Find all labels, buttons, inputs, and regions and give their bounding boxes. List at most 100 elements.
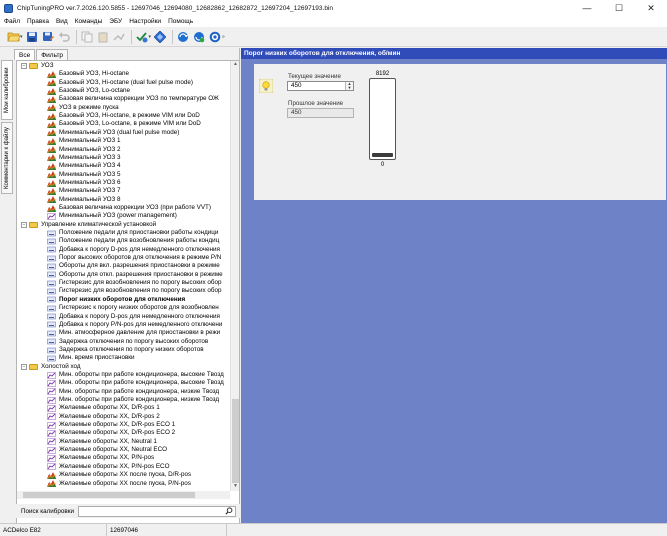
tree-item[interactable]: Базовый УОЗ, Lo-octane, в режиме VIM или… <box>47 120 201 129</box>
compare-icon[interactable] <box>112 30 126 44</box>
help-icon[interactable] <box>208 30 222 44</box>
open-folder-icon[interactable] <box>6 30 20 44</box>
tree-item[interactable]: Минимальный УОЗ 3 <box>47 154 121 162</box>
menu-commands[interactable]: Команды <box>75 18 103 25</box>
tree-item[interactable]: Мин. обороты при работе кондиционера, ни… <box>47 388 219 396</box>
tree-item[interactable]: Базовая величина коррекции УОЗ по темпер… <box>47 95 219 104</box>
current-value-label: Текущее значение <box>288 73 341 80</box>
tree-item[interactable]: Мин. время приостановки <box>47 354 135 362</box>
tree-item[interactable]: Минимальный УОЗ (power management) <box>47 212 177 220</box>
paste-icon[interactable] <box>96 30 110 44</box>
tree-item[interactable]: Минимальный УОЗ 8 <box>47 196 121 204</box>
tree-item[interactable]: Желаемые обороты XX после пуска, D/R-pos <box>47 471 191 479</box>
collapse-icon[interactable]: − <box>21 221 27 228</box>
current-value-field[interactable]: 450 ▲ ▼ <box>287 81 354 91</box>
scroll-up-icon[interactable]: ▲ <box>231 61 239 69</box>
tree-item[interactable]: Желаемые обороты XX, D/R-pos ECO 2 <box>47 429 175 437</box>
map-table-icon <box>47 204 56 212</box>
tree-hscroll-thumb[interactable] <box>23 492 195 498</box>
tree-item[interactable]: Желаемые обороты XX, P/N-pos ECO <box>47 463 170 471</box>
tree-item-label: Добавка к порогу D-pos для немедленного … <box>59 312 220 320</box>
tree-item[interactable]: Обороты для вкл. разрешения приостановки… <box>47 262 220 270</box>
menu-view[interactable]: Вид <box>56 18 68 25</box>
search-icon[interactable] <box>224 507 234 516</box>
tab-file-comments[interactable]: Комментарии к файлу <box>1 122 13 194</box>
tree-item[interactable]: Желаемые обороты XX, Neutral 1 <box>47 438 157 446</box>
tree-vertical-scrollbar[interactable]: ▲ ▼ <box>230 61 239 491</box>
tree-item[interactable]: Добавка к порогу D-pos для немедленного … <box>47 313 220 321</box>
scroll-down-icon[interactable]: ▼ <box>231 483 239 491</box>
tree-item[interactable]: Базовый УОЗ, Hi-octane (dual fuel pulse … <box>47 79 193 87</box>
tree-group[interactable]: − Управление климатической установкой <box>21 221 156 229</box>
scalar-table-icon <box>47 347 56 354</box>
tree-item[interactable]: Задержка отключения по порогу высоких об… <box>47 338 208 346</box>
tree-item[interactable]: Минимальный УОЗ 2 <box>47 146 121 154</box>
tree-item[interactable]: Базовый УОЗ, Lo-octane <box>47 87 130 95</box>
menu-ecu[interactable]: ЭБУ <box>109 18 122 25</box>
tab-all[interactable]: Все <box>14 49 36 60</box>
toolbar-separator <box>130 29 132 44</box>
tree-item[interactable]: Минимальный УОЗ 5 <box>47 171 121 179</box>
save-icon[interactable] <box>25 30 39 44</box>
lightbulb-icon[interactable] <box>258 78 274 94</box>
value-spinner[interactable]: ▲ ▼ <box>345 82 353 90</box>
collapse-icon[interactable]: − <box>21 363 27 370</box>
tree-item[interactable]: Задержка отключения по порогу низких обо… <box>47 346 204 354</box>
collapse-icon[interactable]: − <box>21 63 27 70</box>
tree-item[interactable]: Минимальный УОЗ 6 <box>47 179 121 187</box>
search-input[interactable] <box>78 505 237 517</box>
write-ecu-icon[interactable] <box>192 30 206 44</box>
toolbar-overflow-icon[interactable]: » <box>222 34 225 40</box>
folder-icon <box>29 363 38 370</box>
tree-item[interactable]: Базовый УОЗ, Hi-octane <box>47 70 129 78</box>
minimize-button[interactable]: — <box>571 0 603 16</box>
tree-item-label: УОЗ в режиме пуска <box>59 103 119 111</box>
tree-item[interactable]: Гистерезис к порогу низких оборотов для … <box>47 304 219 312</box>
tree-item[interactable]: Мин. атмосферное давление для приостанов… <box>47 329 220 337</box>
curve-table-icon <box>47 388 56 396</box>
tree-item[interactable]: Мин. обороты при работе кондиционера, вы… <box>47 379 224 387</box>
menu-help[interactable]: Помощь <box>168 18 193 25</box>
tree-item[interactable]: Базовая величина коррекции УОЗ (при рабо… <box>47 204 211 212</box>
save-as-icon[interactable] <box>41 30 55 44</box>
tree-item[interactable]: Добавка к порогу D-pos для немедленного … <box>47 246 220 254</box>
tab-filter[interactable]: Фильтр <box>36 49 69 60</box>
maximize-button[interactable]: ☐ <box>603 0 635 16</box>
tree-item[interactable]: Желаемые обороты XX, D/R-pos 1 <box>47 404 160 412</box>
tree-item[interactable]: Желаемые обороты XX, D/R-pos 2 <box>47 413 160 421</box>
tree-item[interactable]: Минимальный УОЗ (dual fuel pulse mode) <box>47 129 179 137</box>
tree-horizontal-scrollbar[interactable] <box>17 491 230 499</box>
tree-item[interactable]: Минимальный УОЗ 4 <box>47 162 121 170</box>
tree-item[interactable]: Гистерезис для возобновления по порогу в… <box>47 287 222 295</box>
tree-scroll-thumb[interactable] <box>232 399 239 483</box>
flash-icon[interactable] <box>153 30 167 44</box>
spin-down-icon[interactable]: ▼ <box>346 86 353 90</box>
tree-item[interactable]: Мин. обороты при работе кондиционера, вы… <box>47 371 224 379</box>
tree-item[interactable]: Минимальный УОЗ 7 <box>47 187 121 195</box>
undo-icon[interactable] <box>57 30 71 44</box>
tree-item[interactable]: Желаемые обороты XX после пуска, P/N-pos <box>47 480 191 488</box>
menu-file[interactable]: Файл <box>4 18 20 25</box>
checksum-dropdown-icon[interactable]: ▾ <box>149 34 152 40</box>
read-ecu-icon[interactable] <box>176 30 190 44</box>
tree-group[interactable]: − Холостой ход <box>21 363 81 371</box>
tab-my-calibrations[interactable]: Мои калибровки <box>1 60 13 120</box>
tree-item[interactable]: Положение педали для возобновления работ… <box>47 237 219 245</box>
tree-item[interactable]: УОЗ в режиме пуска <box>47 104 119 112</box>
map-table-icon <box>47 480 56 488</box>
copy-icon[interactable] <box>80 30 94 44</box>
tree-item[interactable]: Добавка к порогу P/N-pos для немедленног… <box>47 321 222 329</box>
current-value: 450 <box>291 82 302 89</box>
open-dropdown-icon[interactable]: ▾ <box>20 34 23 40</box>
checksum-icon[interactable] <box>135 30 149 44</box>
status-bar: ACDelco E82 12697046 <box>0 523 667 536</box>
tree-item[interactable]: Желаемые обороты XX, P/N-pos <box>47 454 154 462</box>
tree-item[interactable]: Обороты для откл. разрешения приостановк… <box>47 271 223 279</box>
menu-settings[interactable]: Настройки <box>129 18 161 25</box>
tree-item[interactable]: Порог низких оборотов для отключения <box>47 296 185 304</box>
menu-edit[interactable]: Правка <box>27 18 49 25</box>
tree-item-label: Добавка к порогу P/N-pos для немедленног… <box>59 320 223 328</box>
tree-group[interactable]: − УОЗ <box>21 62 54 70</box>
tree-item[interactable]: Минимальный УОЗ 1 <box>47 137 121 145</box>
close-button[interactable]: ✕ <box>635 0 667 16</box>
